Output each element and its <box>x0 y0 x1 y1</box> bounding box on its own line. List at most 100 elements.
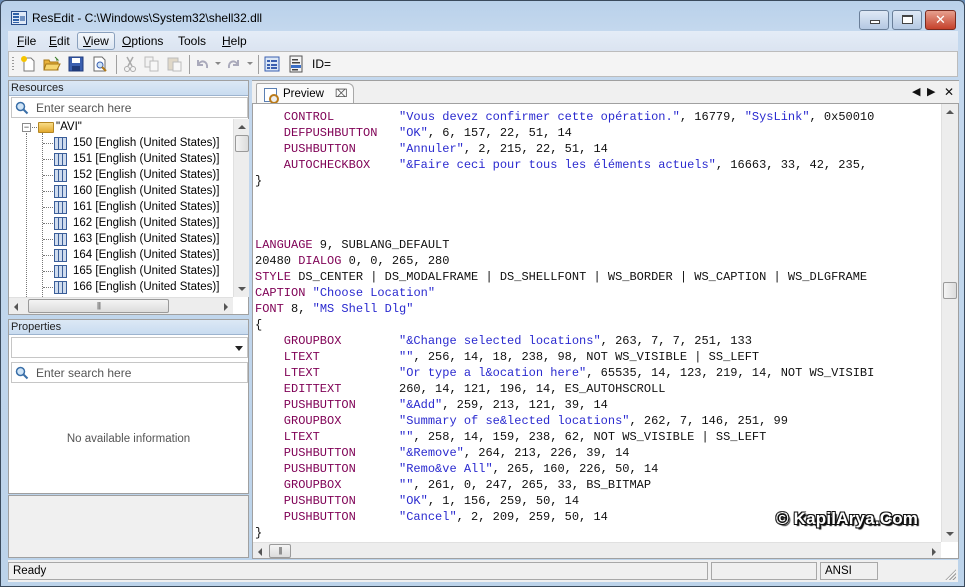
paste-button[interactable] <box>166 55 184 73</box>
code-text: , 2, 215, 22, 51, 14 <box>463 142 608 156</box>
resources-pane: Resources − "AVI" 150 [English (United Sta… <box>8 80 249 315</box>
tree-item[interactable]: 150 [English (United States)] <box>11 135 233 151</box>
tree-item[interactable]: 166 [English (United States)] <box>11 279 233 295</box>
code-text: , 263, 7, 7, 251, 133 <box>600 334 752 348</box>
tree-item-label: 150 [English (United States)] <box>73 137 220 149</box>
undo-dropdown-arrow[interactable] <box>215 62 221 65</box>
minimize-button[interactable] <box>859 10 889 30</box>
cut-button[interactable] <box>121 55 139 73</box>
description-pane <box>8 495 249 558</box>
avi-resource-icon <box>54 249 67 262</box>
code-line: GROUPBOX "&Change selected locations", 2… <box>255 333 940 349</box>
code-string: "Summary of se&lected locations" <box>399 414 630 428</box>
tab-scroll-left-icon[interactable]: ◀ <box>912 85 920 98</box>
code-text: 9, SUBLANG_DEFAULT <box>312 238 450 252</box>
scroll-up-arrow-icon[interactable] <box>238 125 246 129</box>
scroll-down-arrow-icon[interactable] <box>238 287 246 291</box>
avi-resource-icon <box>54 153 67 166</box>
tab-scroll-right-icon[interactable]: ▶ <box>927 85 935 98</box>
close-document-icon[interactable]: ✕ <box>944 85 954 99</box>
resource-view-button[interactable] <box>263 55 281 73</box>
tree-hscroll-thumb[interactable]: ||| <box>28 299 169 313</box>
editor-hscroll-thumb[interactable]: ||| <box>269 544 291 558</box>
menu-view[interactable]: View <box>77 32 115 50</box>
menu-bar: File Edit View Options Tools Help <box>8 31 958 51</box>
open-button[interactable] <box>43 55 61 73</box>
menu-file[interactable]: File <box>11 32 42 50</box>
code-line: GROUPBOX "Summary of se&lected locations… <box>255 413 940 429</box>
title-bar[interactable]: ResEdit - C:\Windows\System32\shell32.dl… <box>1 1 964 32</box>
paste-icon <box>167 57 182 72</box>
print-preview-button[interactable] <box>91 55 109 73</box>
close-button[interactable]: ✕ <box>925 10 956 30</box>
tree-connector <box>43 143 53 144</box>
scroll-right-arrow-icon[interactable] <box>224 303 228 311</box>
resources-search-input[interactable] <box>36 100 236 115</box>
code-keyword: PUSHBUTTON <box>255 142 400 156</box>
menu-edit[interactable]: Edit <box>43 32 76 50</box>
collapse-icon[interactable]: − <box>22 123 31 132</box>
code-string: "" <box>399 430 414 444</box>
search-icon <box>15 101 29 115</box>
toolbar-grip[interactable] <box>12 57 14 71</box>
properties-object-dropdown[interactable] <box>11 337 248 358</box>
tree-connector <box>43 287 53 288</box>
scroll-left-arrow-icon[interactable] <box>14 303 18 311</box>
resources-search-box[interactable] <box>11 97 248 118</box>
maximize-button[interactable] <box>892 10 922 30</box>
code-string: "OK" <box>399 494 428 508</box>
code-text: 260, 14, 121, 196, 14, ES_AUTOHSCROLL <box>399 382 666 396</box>
tab-preview[interactable]: Preview ⌧ <box>256 83 354 105</box>
tree-item-label: 166 [English (United States)] <box>73 281 220 293</box>
undo-button[interactable] <box>193 55 211 73</box>
code-text: , 258, 14, 159, 238, 62, NOT WS_VISIBLE … <box>413 430 767 444</box>
code-line: { <box>255 317 940 333</box>
properties-search-box[interactable] <box>11 362 248 383</box>
print-preview-icon <box>93 56 107 72</box>
menu-options[interactable]: Options <box>116 32 169 50</box>
tree-item[interactable]: 164 [English (United States)] <box>11 247 233 263</box>
tree-item[interactable]: 151 [English (United States)] <box>11 151 233 167</box>
tree-connector <box>43 239 53 240</box>
editor-scroll-thumb[interactable] <box>943 282 957 299</box>
scroll-up-arrow-icon[interactable] <box>946 110 954 114</box>
tree-item[interactable]: 162 [English (United States)] <box>11 215 233 231</box>
code-string: "" <box>399 350 414 364</box>
redo-button[interactable] <box>225 55 243 73</box>
new-file-button[interactable] <box>19 55 37 73</box>
tree-item[interactable]: 165 [English (United States)] <box>11 263 233 279</box>
save-button[interactable] <box>67 55 85 73</box>
tree-item[interactable]: 161 [English (United States)] <box>11 199 233 215</box>
tree-scroll-thumb[interactable] <box>235 135 249 152</box>
menu-help[interactable]: Help <box>216 32 253 50</box>
close-tab-icon[interactable]: ⌧ <box>335 87 348 100</box>
app-icon[interactable] <box>11 11 27 25</box>
scroll-left-arrow-icon[interactable] <box>258 548 262 556</box>
tree-item[interactable]: 163 [English (United States)] <box>11 231 233 247</box>
scroll-right-arrow-icon[interactable] <box>932 548 936 556</box>
tree-vertical-scrollbar[interactable] <box>233 119 249 297</box>
redo-dropdown-arrow[interactable] <box>247 62 253 65</box>
editor-horizontal-scrollbar[interactable]: ||| <box>253 542 941 558</box>
scroll-down-arrow-icon[interactable] <box>946 532 954 536</box>
code-content[interactable]: CONTROL "Vous devez confirmer cette opér… <box>255 109 940 541</box>
editor-vertical-scrollbar[interactable] <box>941 104 958 542</box>
minimize-icon <box>870 20 880 24</box>
tree-item[interactable]: 152 [English (United States)] <box>11 167 233 183</box>
properties-view-button[interactable] <box>287 55 305 73</box>
menu-label-rest: ile <box>24 34 37 48</box>
menu-tools[interactable]: Tools <box>172 32 212 50</box>
code-keyword: LTEXT <box>255 366 400 380</box>
tree-horizontal-scrollbar[interactable]: ||| <box>9 297 233 314</box>
resize-grip-icon[interactable] <box>944 568 956 580</box>
code-text: { <box>255 318 263 332</box>
code-preview-editor[interactable]: CONTROL "Vous devez confirmer cette opér… <box>252 103 959 559</box>
copy-button[interactable] <box>143 55 161 73</box>
tree-node-label: "AVI" <box>56 121 82 133</box>
tree-node-avi[interactable]: − "AVI" <box>11 119 231 135</box>
avi-resource-icon <box>54 265 67 278</box>
tree-connector <box>32 127 37 128</box>
code-line: PUSHBUTTON "OK", 1, 156, 259, 50, 14 <box>255 493 940 509</box>
tree-item[interactable]: 160 [English (United States)] <box>11 183 233 199</box>
properties-search-input[interactable] <box>36 365 236 380</box>
